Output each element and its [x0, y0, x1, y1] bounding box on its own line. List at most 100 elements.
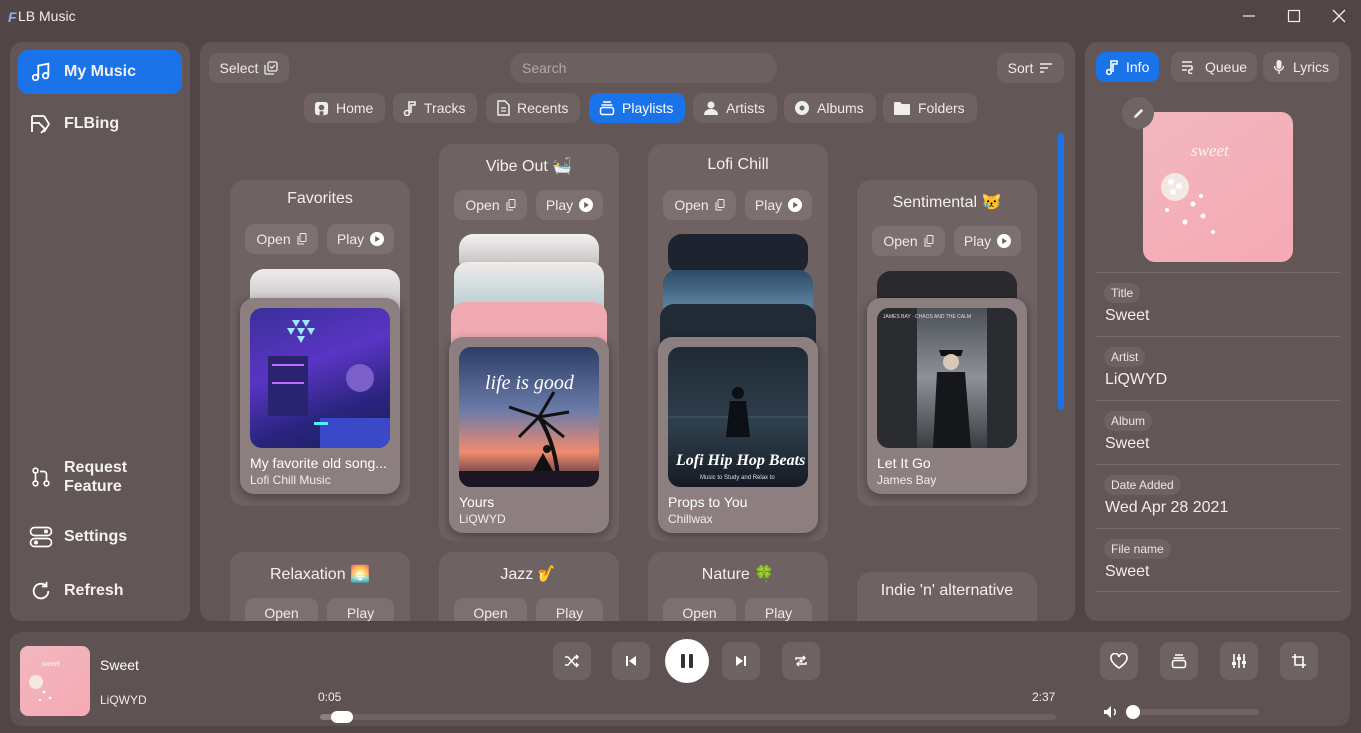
- sort-label: Sort: [1007, 60, 1034, 76]
- info-field-date-added: Date Added Wed Apr 28 2021: [1096, 464, 1340, 528]
- nav-label: Settings: [64, 528, 128, 545]
- seek-bar[interactable]: [320, 711, 1056, 723]
- favorite-button[interactable]: [1100, 642, 1138, 680]
- nav-label: My Music: [64, 63, 137, 80]
- play-playlist-button[interactable]: Play: [327, 224, 394, 254]
- play-playlist-button[interactable]: Play: [327, 598, 394, 621]
- playlist-top-song: My favorite old song... Lofi Chill Music: [240, 298, 400, 494]
- now-playing-artist: LiQWYD: [100, 693, 147, 707]
- volume-slider[interactable]: [1126, 705, 1259, 719]
- open-playlist-button[interactable]: Open: [245, 598, 318, 621]
- tab-info[interactable]: Info: [1096, 52, 1160, 82]
- next-button[interactable]: [722, 642, 760, 680]
- maximize-button[interactable]: [1271, 0, 1317, 32]
- playlist-card[interactable]: Relaxation 🌅 Open Play: [230, 552, 410, 621]
- app-title: LB Music: [18, 8, 76, 24]
- tab-albums[interactable]: Albums: [784, 93, 876, 123]
- play-playlist-button[interactable]: Play: [745, 190, 812, 220]
- open-playlist-button[interactable]: Open: [454, 190, 527, 220]
- nav-my-music[interactable]: My Music: [18, 50, 182, 94]
- play-playlist-button[interactable]: Play: [954, 226, 1021, 256]
- playlist-title: Relaxation 🌅: [270, 566, 370, 583]
- playlist-card[interactable]: Indie 'n' alternative: [857, 572, 1037, 621]
- add-to-playlist-button[interactable]: [1160, 642, 1198, 680]
- playlist-title: Sentimental 😿: [892, 194, 1002, 211]
- open-playlist-button[interactable]: Open: [872, 226, 945, 256]
- app-logo: F: [8, 9, 17, 25]
- open-icon: [297, 233, 307, 245]
- now-playing-art[interactable]: sweet: [20, 646, 90, 716]
- play-circle-icon: [788, 198, 803, 212]
- minimize-button[interactable]: [1226, 0, 1272, 32]
- open-playlist-button[interactable]: Open: [663, 598, 736, 621]
- volume-thumb[interactable]: [1126, 705, 1140, 719]
- playlist-card[interactable]: Sentimental 😿 Open Play JAMES BAY · CHAO…: [857, 180, 1037, 506]
- tab-label: Lyrics: [1293, 59, 1330, 75]
- close-button[interactable]: [1316, 0, 1361, 32]
- tab-playlists[interactable]: Playlists: [589, 93, 686, 123]
- playlist-card[interactable]: Nature 🍀 Open Play: [648, 552, 828, 621]
- play-playlist-button[interactable]: Play: [745, 598, 812, 621]
- disc-icon: [795, 101, 809, 115]
- album-art: [250, 308, 390, 448]
- nav-request-feature[interactable]: Request Feature: [18, 454, 182, 500]
- open-icon: [715, 199, 725, 211]
- skip-next-icon: [736, 656, 746, 666]
- tab-home[interactable]: Home: [304, 93, 386, 123]
- person-icon: [704, 101, 718, 115]
- previous-button[interactable]: [612, 642, 650, 680]
- field-value: Sweet: [1105, 307, 1150, 324]
- svg-text:Lofi Hip Hop Beats: Lofi Hip Hop Beats: [675, 452, 805, 469]
- tab-queue[interactable]: Queue: [1171, 52, 1258, 82]
- svg-text:JAMES BAY · CHAOS AND THE CALM: JAMES BAY · CHAOS AND THE CALM: [883, 314, 971, 320]
- tab-lyrics[interactable]: Lyrics: [1263, 52, 1340, 82]
- playlist-card[interactable]: Favorites Open Play My favorite old song…: [230, 180, 410, 506]
- playlist-title: Indie 'n' alternative: [880, 582, 1014, 599]
- play-playlist-button[interactable]: Play: [536, 190, 603, 220]
- music-note-icon: [1106, 60, 1118, 75]
- svg-text:life is good: life is good: [485, 372, 575, 394]
- folder-icon: [894, 101, 910, 115]
- play-pause-button[interactable]: [665, 639, 709, 683]
- mini-player-button[interactable]: [1280, 642, 1318, 680]
- field-label: Title: [1104, 283, 1141, 303]
- equalizer-button[interactable]: [1220, 642, 1258, 680]
- playlist-card[interactable]: Jazz 🎷 Open Play: [439, 552, 619, 621]
- search-input[interactable]: Search: [510, 53, 777, 83]
- shuffle-button[interactable]: [553, 642, 591, 680]
- field-label: Artist: [1104, 347, 1146, 367]
- field-value: Wed Apr 28 2021: [1105, 499, 1229, 516]
- song-title: My favorite old song...: [250, 455, 387, 471]
- open-playlist-button[interactable]: Open: [663, 190, 736, 220]
- tab-folders[interactable]: Folders: [883, 93, 977, 123]
- playlist-title: Vibe Out 🛀: [485, 158, 573, 175]
- tab-artists[interactable]: Artists: [693, 93, 777, 123]
- repeat-button[interactable]: [782, 642, 820, 680]
- select-button[interactable]: Select: [209, 53, 289, 83]
- nav-refresh[interactable]: Refresh: [18, 570, 182, 612]
- playlist-title: Favorites: [287, 190, 353, 207]
- total-duration: 2:37: [1032, 690, 1056, 704]
- search-placeholder: Search: [522, 60, 567, 76]
- volume-button[interactable]: [1103, 705, 1119, 719]
- open-playlist-button[interactable]: Open: [245, 224, 318, 254]
- sort-button[interactable]: Sort: [997, 53, 1064, 83]
- edit-art-button[interactable]: [1122, 97, 1154, 129]
- tab-tracks[interactable]: Tracks: [393, 93, 478, 123]
- info-field-file-name: File name Sweet: [1096, 528, 1340, 592]
- nav-flbing[interactable]: FLBing: [18, 102, 182, 146]
- seek-thumb[interactable]: [331, 711, 354, 723]
- song-artist: Lofi Chill Music: [250, 473, 331, 487]
- field-value: Sweet: [1105, 563, 1150, 580]
- playlist-card[interactable]: Lofi Chill Open Play Lofi Hip Hop Beats M…: [648, 144, 828, 541]
- song-title: Let It Go: [877, 455, 931, 471]
- playlist-card[interactable]: Vibe Out 🛀 Open Play life is good Yours …: [439, 144, 619, 541]
- tab-recents[interactable]: Recents: [486, 93, 581, 123]
- play-playlist-button[interactable]: Play: [536, 598, 603, 621]
- album-art: life is good: [459, 347, 599, 487]
- nav-settings[interactable]: Settings: [18, 516, 182, 558]
- repeat-icon: [795, 655, 807, 667]
- nav-label: Refresh: [64, 582, 124, 599]
- scrollbar-thumb[interactable]: [1058, 133, 1064, 410]
- open-playlist-button[interactable]: Open: [454, 598, 527, 621]
